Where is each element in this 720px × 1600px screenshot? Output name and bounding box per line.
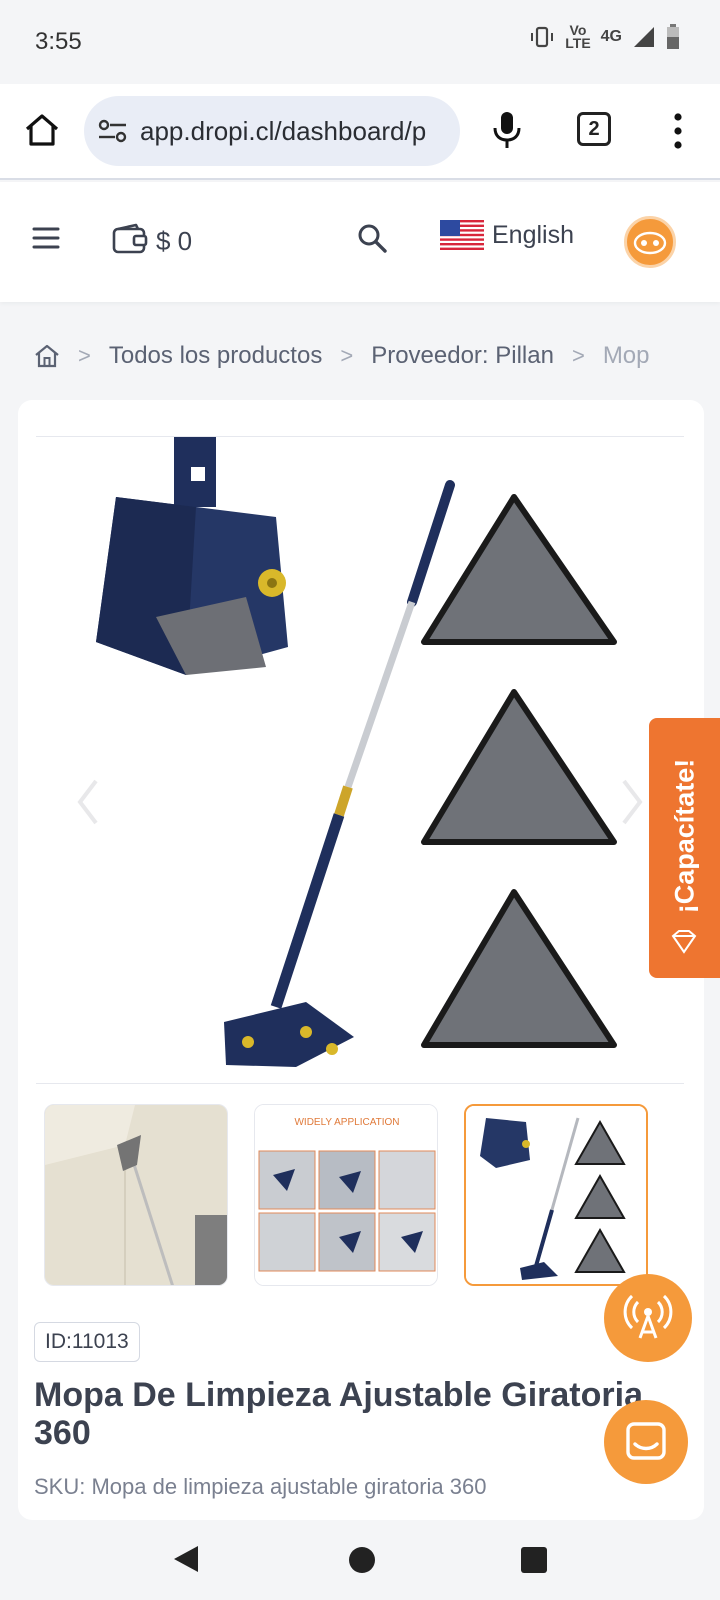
language-selector[interactable]: English [440, 220, 574, 250]
site-settings-icon[interactable] [96, 116, 130, 146]
diamond-icon [671, 930, 697, 954]
mop-product-image [96, 437, 617, 1067]
home-nav-icon[interactable] [349, 1547, 375, 1573]
menu-icon[interactable] [32, 226, 60, 250]
breadcrumb: > Todos los productos > Proveedor: Pilla… [34, 334, 686, 378]
thumbnail-heading: WIDELY APPLICATION [294, 1117, 399, 1128]
home-icon[interactable] [22, 110, 62, 150]
breadcrumb-item-provider[interactable]: Proveedor: Pillan [371, 342, 554, 370]
chat-icon [626, 1422, 666, 1460]
android-nav-bar [0, 1520, 720, 1600]
product-id-badge: ID:11013 [34, 1322, 140, 1362]
browser-toolbar: app.dropi.cl/dashboard/p 2 [0, 84, 720, 180]
carousel-prev-icon[interactable] [74, 777, 102, 827]
search-icon[interactable] [356, 222, 388, 254]
battery-icon [667, 24, 679, 49]
home-breadcrumb-icon[interactable] [34, 343, 60, 369]
tab-switcher-button[interactable]: 2 [577, 112, 611, 146]
product-title: Mopa De Limpieza Ajustable Giratoria 360 [34, 1376, 643, 1452]
avatar-icon [633, 231, 667, 255]
status-bar: 3:55 Vo LTE 4G [0, 0, 720, 84]
thumbnail-3-active[interactable] [464, 1104, 648, 1286]
microphone-icon[interactable] [490, 110, 524, 150]
us-flag-icon [440, 220, 484, 250]
address-bar[interactable]: app.dropi.cl/dashboard/p [84, 96, 460, 166]
back-icon[interactable] [172, 1544, 200, 1574]
breadcrumb-separator-icon: > [571, 343, 585, 368]
breadcrumb-separator-icon: > [78, 343, 91, 368]
thumbnail-2[interactable]: WIDELY APPLICATION [254, 1104, 438, 1286]
product-main-image[interactable] [36, 436, 684, 1084]
volte-indicator: Vo LTE [565, 22, 591, 51]
wallet-balance[interactable]: $ 0 [112, 220, 192, 257]
network-type: 4G [600, 28, 622, 45]
chat-button[interactable] [604, 1400, 688, 1484]
capacitate-label: ¡Capacítate! [669, 758, 699, 914]
recent-apps-icon[interactable] [521, 1547, 547, 1573]
signal-icon [634, 27, 654, 47]
app-header: $ 0 English [0, 182, 720, 302]
product-sku: SKU: Mopa de limpieza ajustable giratori… [34, 1474, 487, 1499]
url-text[interactable]: app.dropi.cl/dashboard/p [140, 116, 426, 147]
vibrate-icon [531, 26, 554, 48]
wallet-amount: $ 0 [156, 226, 193, 256]
live-broadcast-button[interactable] [604, 1274, 692, 1362]
thumbnail-1[interactable] [44, 1104, 228, 1286]
broadcast-icon [623, 1294, 673, 1339]
more-options-icon[interactable] [668, 112, 688, 150]
user-avatar[interactable] [624, 216, 676, 268]
capacitate-tab[interactable]: ¡Capacítate! [649, 718, 720, 978]
breadcrumb-separator-icon: > [340, 343, 354, 368]
thumbnail-strip: WIDELY APPLICATION [44, 1104, 684, 1286]
carousel-next-icon[interactable] [618, 777, 646, 827]
language-label: English [492, 220, 574, 249]
status-time: 3:55 [35, 28, 82, 55]
breadcrumb-item-current: Mop [602, 342, 650, 369]
breadcrumb-item-all-products[interactable]: Todos los productos [109, 342, 322, 370]
status-icons: Vo LTE 4G [529, 22, 680, 51]
product-card: WIDELY APPLICATION ID:11013 Mopa De Limp… [18, 400, 704, 1520]
wallet-icon [112, 223, 148, 253]
